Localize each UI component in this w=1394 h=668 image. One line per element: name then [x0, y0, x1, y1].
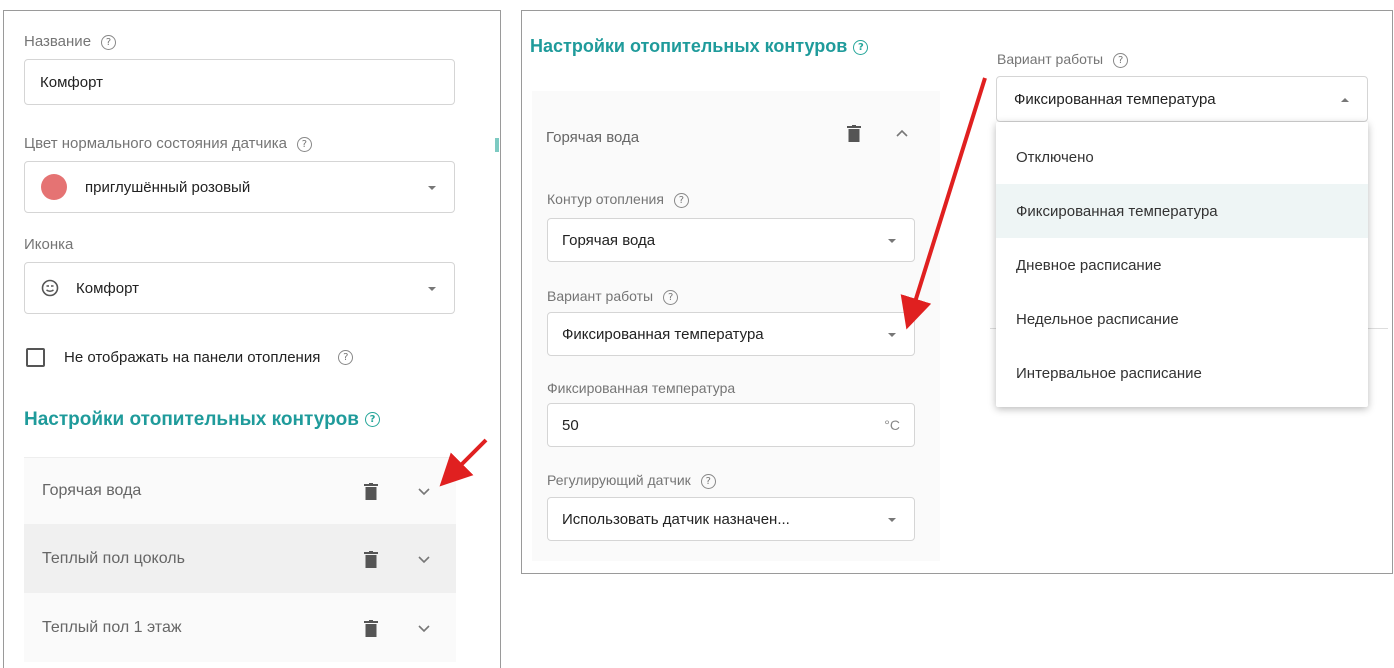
left-settings-panel: Название? Комфорт Цвет нормального состо… [3, 10, 501, 668]
circuit-row[interactable]: Горячая вода [24, 457, 456, 524]
circuit-row[interactable]: Теплый пол 1 этаж [24, 593, 456, 662]
help-icon[interactable]: ? [673, 192, 689, 208]
help-icon[interactable]: ? [364, 412, 380, 428]
circuit-row[interactable]: Теплый пол цоколь [24, 524, 456, 593]
smiley-icon [41, 279, 59, 297]
mode-dropdown-label: Вариант работы? [997, 51, 1129, 68]
help-icon[interactable]: ? [700, 473, 716, 489]
help-icon[interactable]: ? [853, 39, 869, 55]
color-label: Цвет нормального состояния датчика? [24, 135, 312, 152]
trash-icon[interactable] [364, 551, 378, 568]
mode-dropdown-value: Фиксированная температура [1014, 90, 1216, 108]
dropdown-caret-icon [428, 287, 436, 291]
sensor-select[interactable]: Использовать датчик назначен... [547, 497, 915, 541]
help-icon[interactable]: ? [1113, 52, 1129, 68]
name-input[interactable]: Комфорт [24, 59, 455, 105]
dropdown-caret-icon [428, 186, 436, 190]
heating-circuits-section-title: Настройки отопительных контуров? [530, 36, 869, 57]
fixed-temp-label: Фиксированная температура [547, 380, 736, 396]
dropdown-caret-icon [888, 239, 896, 243]
circuit-row-label: Теплый пол цоколь [42, 549, 185, 567]
color-swatch [41, 174, 67, 200]
circuit-card-expanded: Горячая вода Контур отопления? Горячая в… [532, 91, 940, 561]
help-icon[interactable]: ? [296, 136, 312, 152]
sensor-select-value: Использовать датчик назначен... [562, 510, 790, 528]
contour-select[interactable]: Горячая вода [547, 218, 915, 262]
dropdown-option-selected[interactable]: Фиксированная температура [996, 184, 1368, 238]
mode-dropdown-menu: Отключено Фиксированная температура Днев… [996, 122, 1368, 407]
help-icon[interactable]: ? [338, 350, 354, 365]
help-icon[interactable]: ? [101, 34, 117, 50]
color-select[interactable]: приглушённый розовый [24, 161, 455, 213]
dropdown-option[interactable]: Дневное расписание [996, 238, 1368, 292]
help-icon[interactable]: ? [663, 289, 679, 305]
chevron-down-icon[interactable] [418, 625, 430, 633]
chevron-up-icon[interactable] [896, 129, 908, 137]
hide-on-panel-checkbox[interactable] [26, 348, 45, 367]
dropdown-option[interactable]: Отключено [996, 130, 1368, 184]
hide-on-panel-checkbox-row[interactable]: Не отображать на панели отопления ? [26, 348, 354, 367]
icon-select-value: Комфорт [76, 279, 139, 297]
circuit-card-title: Горячая вода [546, 129, 640, 146]
fixed-temp-value: 50 [562, 416, 579, 434]
circuit-row-label: Горячая вода [42, 482, 142, 499]
dropdown-caret-up-icon [1341, 98, 1349, 102]
dropdown-option[interactable]: Недельное расписание [996, 292, 1368, 346]
contour-label: Контур отопления? [547, 191, 689, 208]
chevron-down-icon[interactable] [418, 556, 430, 564]
dropdown-caret-icon [888, 333, 896, 337]
circuit-row-label: Теплый пол 1 этаж [42, 618, 182, 636]
temp-unit: °C [884, 417, 900, 433]
mode-dropdown-select[interactable]: Фиксированная температура [996, 76, 1368, 122]
fixed-temp-input[interactable]: 50 °C [547, 403, 915, 447]
icon-select[interactable]: Комфорт [24, 262, 455, 314]
icon-label: Иконка [24, 236, 74, 253]
trash-icon[interactable] [364, 483, 378, 500]
chevron-down-icon[interactable] [418, 488, 430, 496]
name-input-value: Комфорт [40, 73, 103, 91]
trash-icon[interactable] [847, 125, 861, 142]
mode-label: Вариант работы? [547, 288, 679, 305]
dropdown-caret-icon [888, 518, 896, 522]
right-settings-panel: Настройки отопительных контуров? Горячая… [521, 10, 1393, 574]
trash-icon[interactable] [364, 620, 378, 637]
sensor-label: Регулирующий датчик? [547, 472, 716, 489]
color-select-value: приглушённый розовый [85, 178, 251, 196]
checkbox-label: Не отображать на панели отопления [64, 349, 321, 366]
contour-select-value: Горячая вода [562, 231, 656, 249]
heating-circuits-section-title: Настройки отопительных контуров? [24, 409, 380, 431]
dropdown-option[interactable]: Интервальное расписание [996, 346, 1368, 400]
name-label: Название? [24, 33, 117, 50]
mode-select[interactable]: Фиксированная температура [547, 312, 915, 356]
partial-edge-mark [495, 138, 499, 152]
mode-select-value: Фиксированная температура [562, 325, 764, 343]
